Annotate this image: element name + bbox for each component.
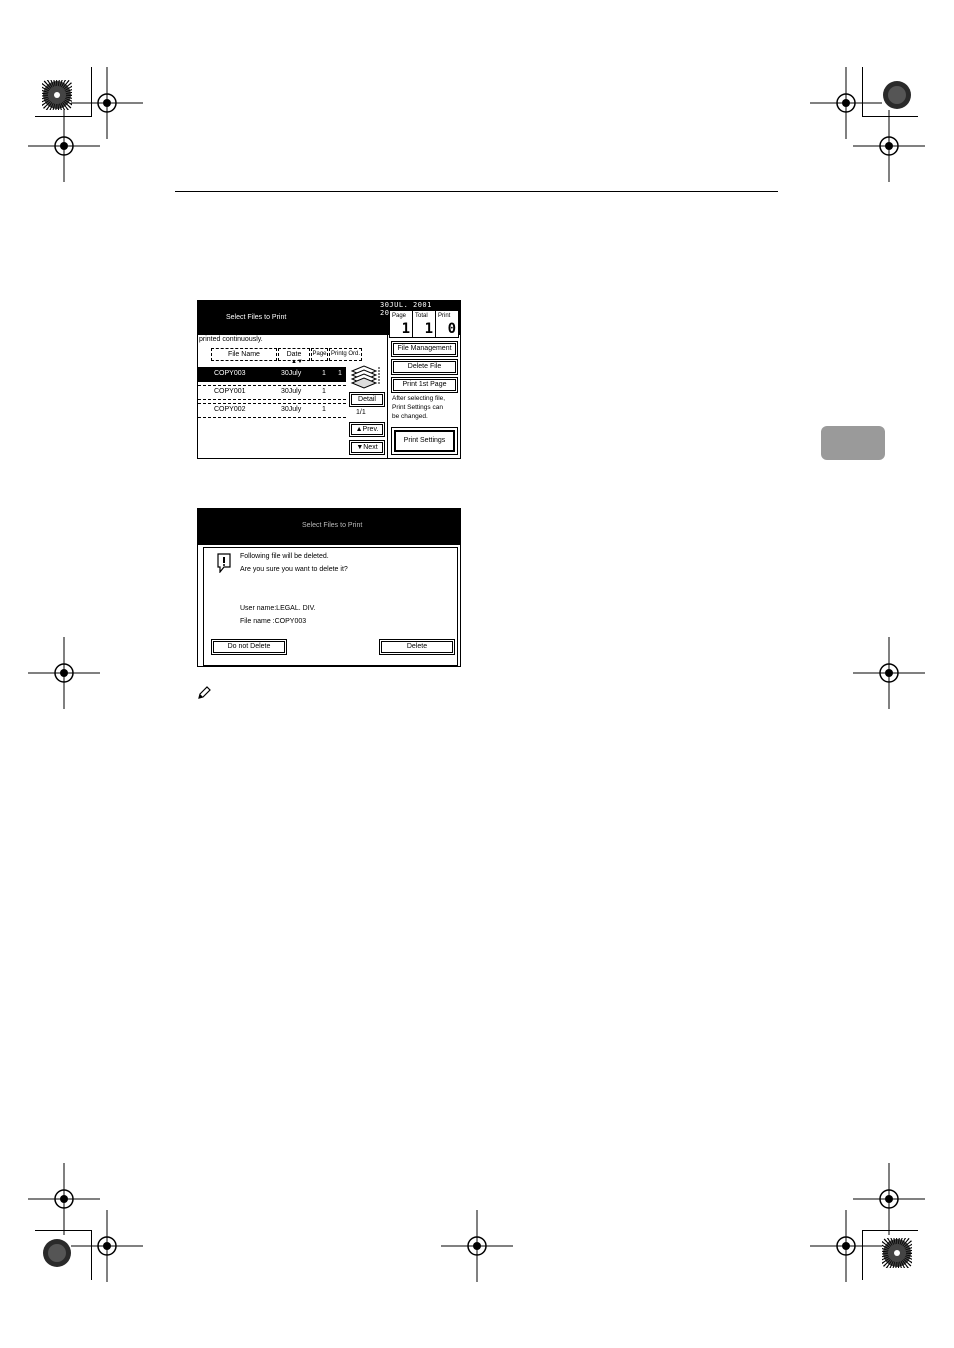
delete-button[interactable]: Delete bbox=[379, 639, 455, 655]
registration-mark bbox=[71, 1210, 143, 1282]
screen-title: Select Files to Print bbox=[302, 522, 363, 529]
counter-label: Total bbox=[415, 313, 428, 319]
subtitle: printed continuously. bbox=[199, 336, 263, 343]
select-files-screen: 30JUL. 2001 20:46 Select Files to Print … bbox=[197, 300, 461, 459]
color-rosette bbox=[42, 1238, 72, 1268]
color-rosette bbox=[42, 80, 72, 110]
total-counter: Total 1 bbox=[412, 310, 436, 338]
file-name: COPY001 bbox=[214, 388, 246, 395]
counter-label: Page bbox=[392, 313, 407, 319]
warning-icon bbox=[216, 553, 232, 574]
file-page: 1 bbox=[322, 406, 326, 413]
crop-line bbox=[862, 1230, 918, 1231]
counter-label: Print bbox=[438, 313, 451, 319]
file-page: 1 bbox=[322, 388, 326, 395]
crop-line bbox=[862, 1230, 863, 1280]
chapter-tab bbox=[821, 426, 885, 460]
header-rule bbox=[175, 191, 778, 192]
column-header-file-name[interactable]: File Name bbox=[211, 348, 277, 361]
color-rosette bbox=[882, 1238, 912, 1268]
registration-mark bbox=[853, 110, 925, 182]
message-line-1: Following file will be deleted. bbox=[240, 553, 329, 560]
note-pencil-icon bbox=[197, 686, 211, 700]
crop-line bbox=[91, 1230, 92, 1280]
crop-line bbox=[862, 67, 863, 117]
registration-mark bbox=[441, 1210, 513, 1282]
file-print-order: 1 bbox=[338, 370, 342, 377]
hint-line: Print Settings can bbox=[392, 404, 443, 411]
counter-value: 1 bbox=[424, 321, 433, 337]
file-page: 1 bbox=[322, 370, 326, 377]
color-rosette bbox=[882, 80, 912, 110]
file-name: COPY003 bbox=[214, 370, 246, 377]
file-management-button[interactable]: File Management bbox=[391, 341, 458, 357]
delete-confirm-screen: Select Files to Print Following file wil… bbox=[197, 508, 461, 667]
do-not-delete-button[interactable]: Do not Delete bbox=[211, 639, 287, 655]
hint-line: be changed. bbox=[392, 413, 428, 420]
counter-value: 1 bbox=[401, 321, 410, 337]
crop-line bbox=[91, 67, 92, 117]
panel-divider bbox=[387, 335, 388, 458]
crop-line bbox=[35, 1230, 91, 1231]
file-date: 30July bbox=[281, 370, 302, 377]
file-name: COPY002 bbox=[214, 406, 246, 413]
user-name-text: User name:LEGAL. DIV. bbox=[240, 605, 316, 612]
column-header-page[interactable]: Page bbox=[311, 348, 328, 361]
prev-button[interactable]: ▲Prev. bbox=[349, 422, 385, 437]
screen-title: Select Files to Print bbox=[226, 314, 287, 321]
file-row[interactable]: COPY002 30July 1 bbox=[198, 403, 346, 418]
file-row[interactable]: COPY001 30July 1 bbox=[198, 385, 346, 400]
registration-mark bbox=[853, 637, 925, 709]
counter-value: 0 bbox=[447, 321, 456, 337]
registration-mark bbox=[28, 110, 100, 182]
crop-line bbox=[35, 116, 91, 117]
registration-mark bbox=[853, 1163, 925, 1235]
sort-arrows-icon: ▲▼ bbox=[291, 359, 303, 365]
crop-line bbox=[862, 116, 918, 117]
registration-mark bbox=[28, 637, 100, 709]
page-indicator: 1/1 bbox=[356, 409, 366, 416]
print-settings-button[interactable]: Print Settings bbox=[391, 427, 458, 455]
file-date: 30July bbox=[281, 388, 302, 395]
hint-line: After selecting file, bbox=[392, 395, 446, 402]
file-row[interactable]: COPY003 30July 1 1 bbox=[198, 367, 346, 382]
message-line-2: Are you sure you want to delete it? bbox=[240, 566, 348, 573]
page-counter: Page 1 bbox=[389, 310, 413, 338]
next-button[interactable]: ▼Next bbox=[349, 440, 385, 455]
detail-button[interactable]: Detail bbox=[349, 392, 385, 407]
print-counter: Print 0 bbox=[435, 310, 459, 338]
column-header-print-order[interactable]: Printg Ord. bbox=[329, 348, 362, 361]
file-date: 30July bbox=[281, 406, 302, 413]
file-name-text: File name :COPY003 bbox=[240, 618, 307, 625]
print-first-page-button[interactable]: Print 1st Page bbox=[391, 377, 458, 393]
delete-file-button[interactable]: Delete File bbox=[391, 359, 458, 375]
paper-stack-icon bbox=[350, 363, 382, 389]
